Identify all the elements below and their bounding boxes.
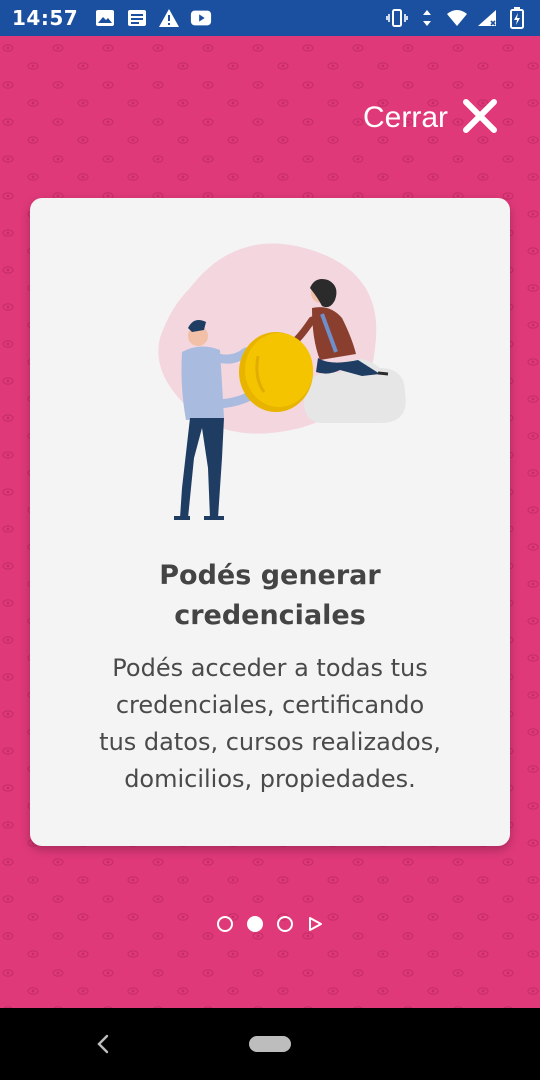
card-title: Podés generar credenciales <box>159 560 381 631</box>
image-icon <box>94 7 116 29</box>
notification-icons <box>94 7 212 29</box>
onboarding-card: Podés generar credenciales Podés acceder… <box>30 198 510 846</box>
status-bar: 14:57 <box>0 0 540 36</box>
chevron-left-icon[interactable] <box>92 1032 114 1056</box>
signal-icon <box>476 7 498 29</box>
people-coin-illustration <box>158 243 406 520</box>
page-dot-1[interactable] <box>217 916 233 932</box>
system-icons <box>386 7 528 29</box>
status-time: 14:57 <box>12 6 79 30</box>
close-icon <box>462 98 498 138</box>
home-pill-icon[interactable] <box>249 1036 291 1052</box>
news-icon <box>126 7 148 29</box>
card-description: Podés acceder a todas tus credenciales, … <box>99 654 441 793</box>
play-arrow-icon[interactable] <box>307 916 323 932</box>
warning-icon <box>158 7 180 29</box>
onboarding-screen: Cerrar Podés generar credenciales Podés … <box>0 36 540 1008</box>
data-arrows-icon <box>416 7 438 29</box>
battery-icon <box>506 7 528 29</box>
close-label: Cerrar <box>362 101 448 134</box>
youtube-icon <box>190 7 212 29</box>
vibrate-icon <box>386 7 408 29</box>
page-indicator <box>0 916 540 932</box>
system-navigation-bar <box>0 1008 540 1080</box>
wifi-icon <box>446 7 468 29</box>
page-dot-2-active[interactable] <box>247 916 263 932</box>
page-dot-3[interactable] <box>277 916 293 932</box>
close-button[interactable]: Cerrar <box>363 98 498 138</box>
